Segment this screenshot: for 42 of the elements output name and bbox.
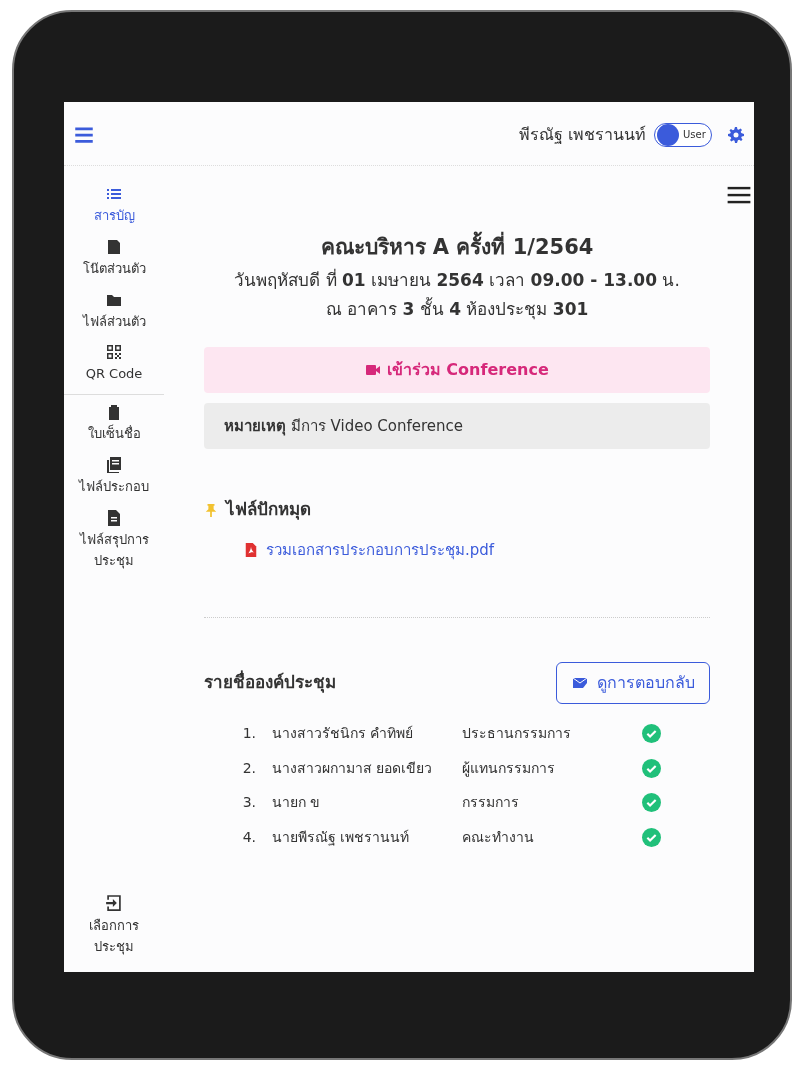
pdf-file-icon <box>244 541 258 558</box>
member-name: นายก ข <box>272 793 322 813</box>
member-role: ผู้แทนกรรมการ <box>462 758 556 779</box>
list-number: 1. <box>241 724 257 743</box>
note-icon <box>106 238 122 255</box>
qr-code-icon <box>106 344 122 361</box>
sidebar-item[interactable]: ไฟล์ประกอบ <box>75 451 153 504</box>
user-name: พีรณัฐ เพชรานนท์ <box>518 123 646 146</box>
envelope-check-icon <box>571 675 589 691</box>
list-number: 2. <box>241 758 257 778</box>
join-conference-button[interactable]: เข้าร่วม Conference <box>204 346 710 393</box>
note-text: หมายเหตุ มีการ Video Conference <box>204 402 710 449</box>
role-toggle[interactable]: User <box>654 122 712 147</box>
member-name: นายพีรณัฐ เพชรานนท์ <box>272 827 411 848</box>
sidebar-item[interactable]: โน๊ตส่วนตัว <box>75 232 153 286</box>
view-responses-button[interactable]: ดูการตอบกลับ <box>556 662 710 704</box>
list-icon <box>106 186 122 202</box>
member-name: นางสาวผกามาส ยอดเขียว <box>272 758 434 778</box>
section-title: ไฟล์ปักหมุด <box>226 498 311 522</box>
meeting-title: คณะบริหาร A ครั้งที่ 1/2564 <box>204 232 710 264</box>
sidebar-item[interactable]: QR Code <box>75 338 153 392</box>
meeting-location: ณ อาคาร 3 ชั้น 4 ห้องประชุม 301 <box>324 297 590 322</box>
settings-icon <box>728 127 744 143</box>
list-number: 4. <box>241 827 257 847</box>
book-icon <box>106 457 122 473</box>
sidebar-item[interactable]: เลือกการประชุม <box>79 888 149 964</box>
section-title: รายชื่อองค์ประชุม <box>204 670 336 695</box>
sidebar-item[interactable]: ไฟล์สรุปการประชุม <box>74 503 154 578</box>
member-role: ประธานกรรมการ <box>462 724 572 743</box>
member-name: นางสาวรัชนิกร คำทิพย์ <box>272 724 415 743</box>
member-role: กรรมการ <box>462 793 520 813</box>
document-icon <box>106 509 122 526</box>
member-role: คณะทำงาน <box>462 827 535 847</box>
meeting-date: วันพฤหัสบดี ที่ 01 เมษายน 2564 เวลา 09.00 - 13.00 น. <box>233 267 681 292</box>
sidebar-item[interactable]: สารบัญ <box>75 180 153 233</box>
sidebar-item[interactable]: ไฟล์ส่วนตัว <box>75 285 153 339</box>
sidebar-item[interactable]: ใบเซ็นชื่อ <box>75 398 153 451</box>
file-link[interactable]: รวมเอกสารประกอบการประชุม.pdf <box>244 538 710 561</box>
menu-icon <box>74 125 94 145</box>
list-number: 3. <box>241 793 257 813</box>
video-camera-icon <box>365 362 382 378</box>
enter-icon <box>105 894 123 913</box>
